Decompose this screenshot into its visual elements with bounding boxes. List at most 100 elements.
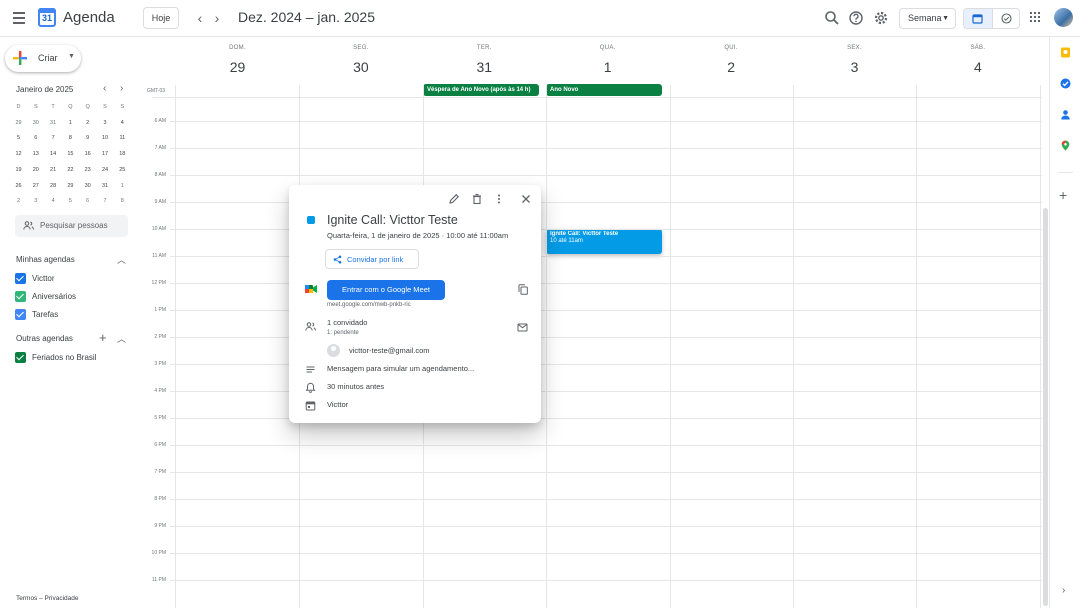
- mini-calendar-day[interactable]: 20: [27, 163, 44, 177]
- mini-calendar-day[interactable]: 10: [97, 131, 114, 145]
- search-icon[interactable]: [824, 10, 840, 26]
- invite-by-link-button[interactable]: Convidar por link: [325, 249, 419, 269]
- day-number[interactable]: 30: [299, 59, 422, 75]
- mini-calendar-day[interactable]: 9: [79, 131, 96, 145]
- mini-calendar-day[interactable]: 5: [62, 194, 79, 208]
- mini-calendar-day[interactable]: 3: [27, 194, 44, 208]
- tasks-icon[interactable]: [1060, 78, 1071, 89]
- main-menu-button[interactable]: [11, 9, 29, 27]
- next-week-button[interactable]: ›: [210, 9, 224, 27]
- mini-calendar-day[interactable]: 17: [97, 147, 114, 161]
- mini-calendar-day[interactable]: 21: [45, 163, 62, 177]
- create-button[interactable]: Criar ▼: [5, 45, 81, 72]
- day-column-header[interactable]: SÁB. 4: [916, 37, 1039, 97]
- calendar-checkbox[interactable]: [15, 309, 26, 320]
- edit-pencil-icon[interactable]: [448, 193, 460, 205]
- mini-calendar-day[interactable]: 8: [114, 194, 131, 208]
- chevron-up-icon[interactable]: ︿: [117, 332, 126, 345]
- maps-pin-icon[interactable]: [1060, 140, 1071, 151]
- google-apps-grid-icon[interactable]: [1030, 12, 1040, 22]
- delete-trash-icon[interactable]: [471, 193, 483, 205]
- calendar-logo-icon[interactable]: 31: [38, 8, 56, 27]
- mini-calendar-day[interactable]: 2: [10, 194, 27, 208]
- day-column-header[interactable]: SEG. 30: [299, 37, 422, 97]
- mini-calendar-day[interactable]: 15: [62, 147, 79, 161]
- mini-calendar-day[interactable]: 2: [79, 116, 96, 130]
- mini-calendar-day[interactable]: 26: [10, 179, 27, 193]
- mini-calendar-day[interactable]: 6: [27, 131, 44, 145]
- event-ignite-call[interactable]: Ignite Call: Victtor Teste 10 até 11am: [546, 229, 662, 254]
- mini-calendar-day[interactable]: 11: [114, 131, 131, 145]
- chevron-up-icon[interactable]: ︿: [117, 253, 126, 266]
- mini-calendar-day[interactable]: 29: [62, 179, 79, 193]
- mini-calendar-day[interactable]: 24: [97, 163, 114, 177]
- chevron-right-icon[interactable]: ›: [1062, 585, 1065, 596]
- search-people-input[interactable]: Pesquisar pessoas: [15, 215, 128, 237]
- day-number[interactable]: 2: [670, 59, 793, 75]
- account-avatar[interactable]: [1054, 8, 1073, 27]
- mini-calendar-day-selected[interactable]: 1: [62, 115, 79, 130]
- get-addons-plus-icon[interactable]: +: [1059, 187, 1067, 203]
- mini-calendar-day[interactable]: 6: [79, 194, 96, 208]
- mini-calendar-day[interactable]: 3: [97, 116, 114, 130]
- day-number[interactable]: 4: [916, 59, 1039, 75]
- mini-calendar-day[interactable]: 1: [114, 179, 131, 193]
- help-icon[interactable]: [848, 10, 864, 26]
- join-google-meet-button[interactable]: Entrar com o Google Meet: [327, 280, 445, 300]
- day-number[interactable]: 1: [546, 59, 669, 75]
- mini-calendar-day[interactable]: 28: [45, 179, 62, 193]
- keep-notes-icon[interactable]: [1060, 47, 1071, 58]
- mini-calendar-day[interactable]: 7: [97, 194, 114, 208]
- guest-email[interactable]: victtor-teste@gmail.com: [349, 346, 430, 355]
- mini-calendar-day[interactable]: 19: [10, 163, 27, 177]
- mini-calendar-day[interactable]: 16: [79, 147, 96, 161]
- mini-calendar-day[interactable]: 31: [97, 179, 114, 193]
- mini-calendar-day[interactable]: 12: [10, 147, 27, 161]
- mini-calendar-day[interactable]: 4: [114, 116, 131, 130]
- meet-link-text[interactable]: meet.google.com/mwb-pnkb-ric: [327, 302, 411, 308]
- mini-calendar-day[interactable]: 13: [27, 147, 44, 161]
- day-column-header[interactable]: TER. 31: [423, 37, 546, 97]
- copy-icon[interactable]: [518, 284, 528, 295]
- calendar-checkbox[interactable]: [15, 273, 26, 284]
- grid-scrollbar[interactable]: [1043, 208, 1048, 606]
- calendar-checkbox[interactable]: [15, 352, 26, 363]
- mini-calendar-day[interactable]: 8: [62, 131, 79, 145]
- my-calendars-title[interactable]: Minhas agendas: [16, 255, 75, 264]
- calendar-view-toggle[interactable]: [964, 9, 992, 28]
- day-column-header[interactable]: QUI. 2: [670, 37, 793, 97]
- mini-calendar-day[interactable]: 30: [79, 179, 96, 193]
- mini-calendar-day[interactable]: 25: [114, 163, 131, 177]
- day-column-header[interactable]: DOM. 29: [176, 37, 299, 97]
- mini-calendar-day[interactable]: 27: [27, 179, 44, 193]
- today-button[interactable]: Hoje: [143, 7, 179, 29]
- mini-calendar-next-icon[interactable]: ›: [120, 83, 123, 94]
- contacts-icon[interactable]: [1060, 109, 1071, 120]
- day-number[interactable]: 31: [423, 59, 546, 75]
- day-number[interactable]: 29: [176, 59, 299, 75]
- day-column-header[interactable]: SEX. 3: [793, 37, 916, 97]
- more-options-icon[interactable]: [493, 193, 505, 205]
- mini-calendar-day[interactable]: 18: [114, 147, 131, 161]
- mini-calendar-day[interactable]: 29: [10, 116, 27, 130]
- mini-calendar-day[interactable]: 31: [45, 116, 62, 130]
- email-guests-icon[interactable]: [517, 322, 528, 333]
- app-title[interactable]: Agenda: [63, 9, 115, 26]
- close-icon[interactable]: [520, 193, 532, 205]
- mini-calendar-day[interactable]: 4: [45, 194, 62, 208]
- mini-calendar-day[interactable]: 30: [27, 116, 44, 130]
- mini-calendar-prev-icon[interactable]: ‹: [103, 83, 106, 94]
- tasks-view-toggle[interactable]: [992, 9, 1019, 28]
- day-number[interactable]: 3: [793, 59, 916, 75]
- mini-calendar-day[interactable]: 7: [45, 131, 62, 145]
- mini-calendar-day[interactable]: 14: [45, 147, 62, 161]
- other-calendars-title[interactable]: Outras agendas: [16, 334, 73, 343]
- mini-calendar-day[interactable]: 5: [10, 131, 27, 145]
- terms-privacy-links[interactable]: Termos – Privacidade: [16, 595, 79, 602]
- mini-calendar-day[interactable]: 23: [79, 163, 96, 177]
- previous-week-button[interactable]: ‹: [193, 9, 207, 27]
- view-selector-dropdown[interactable]: Semana ▼: [899, 8, 956, 29]
- add-calendar-plus-icon[interactable]: +: [99, 330, 107, 345]
- settings-gear-icon[interactable]: [873, 10, 889, 26]
- mini-calendar-day[interactable]: 22: [62, 163, 79, 177]
